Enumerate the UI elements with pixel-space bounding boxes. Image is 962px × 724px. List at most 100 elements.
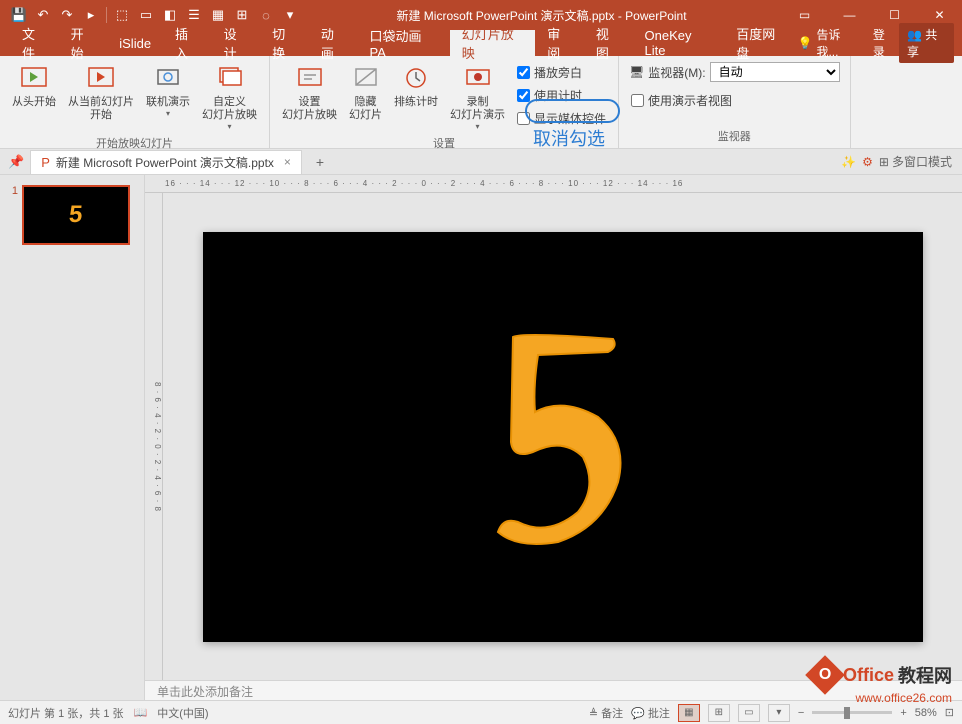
watermark-text-1: Office [843,665,894,686]
zoom-slider[interactable] [812,711,892,714]
clock-icon [400,62,432,94]
group-start-slideshow: 从头开始 从当前幻灯片 开始 联机演示 ▾ 自定义 幻灯片放映 ▾ 开始放映幻灯… [0,56,270,148]
custom-icon [214,62,246,94]
zoom-level[interactable]: 58% [915,707,937,719]
watermark-icon: O [805,655,845,695]
qat-icon-1[interactable]: ⬚ [111,4,133,26]
canvas-area: 16 · · · 14 · · · 12 · · · 10 · · · 8 · … [145,175,962,700]
qat-dropdown-icon[interactable]: ▾ [279,4,301,26]
document-tab-name: 新建 Microsoft PowerPoint 演示文稿.pptx [56,154,274,171]
wand-icon[interactable]: ✨ [841,155,856,169]
annotation-circle [525,99,620,123]
start-slideshow-icon[interactable]: ▸ [80,4,102,26]
spellcheck-icon[interactable]: 📖 [134,706,148,719]
group-monitors: 🖥 监视器(M): 自动 使用演示者视图 监视器 [619,56,851,148]
tab-home[interactable]: 开始 [59,30,108,56]
undo-icon[interactable]: ↶ [32,4,54,26]
watermark-text-2: 教程网 [898,662,952,688]
add-tab-button[interactable]: + [308,154,332,170]
setup-icon [294,62,326,94]
online-icon [152,62,184,94]
lightbulb-icon: 💡 [798,36,813,50]
redo-icon[interactable]: ↷ [56,4,78,26]
tab-onekey[interactable]: OneKey Lite [633,30,725,56]
tab-baidu[interactable]: 百度网盘 [724,30,797,56]
slide-counter[interactable]: 幻灯片 第 1 张，共 1 张 [8,705,124,721]
custom-slideshow-button[interactable]: 自定义 幻灯片放映 ▾ [198,60,261,133]
group-label-monitors: 监视器 [627,126,842,146]
tab-transitions[interactable]: 切换 [260,30,309,56]
annotation-text: 取消勾选 [533,125,605,151]
language-indicator[interactable]: 中文(中国) [157,705,208,721]
tab-design[interactable]: 设计 [212,30,261,56]
monitor-icon: 🖥 [629,65,644,79]
play-current-icon [85,62,117,94]
pin-icon[interactable]: 📌 [8,154,24,170]
zoom-out-button[interactable]: − [798,707,804,719]
setup-slideshow-button[interactable]: 设置 幻灯片放映 [278,60,341,124]
notes-button[interactable]: ≜ 备注 [589,705,623,721]
play-icon [18,62,50,94]
tab-review[interactable]: 审阅 [535,30,584,56]
tab-islide[interactable]: iSlide [107,30,163,56]
record-icon [462,62,494,94]
ribbon-tabs: 文件 开始 iSlide 插入 设计 切换 动画 口袋动画 PA 幻灯片放映 审… [0,30,962,56]
slide[interactable] [203,232,923,642]
qat-icon-5[interactable]: ▦ [207,4,229,26]
tab-slideshow[interactable]: 幻灯片放映 [450,30,536,56]
tab-insert[interactable]: 插入 [163,30,212,56]
powerpoint-icon: P [41,155,50,170]
watermark-url: www.office26.com [856,691,953,705]
dropdown-icon: ▾ [475,122,479,131]
main-area: 1 5 16 · · · 14 · · · 12 · · · 10 · · · … [0,175,962,700]
vertical-ruler: 8 · 6 · 4 · 2 · 0 · 2 · 4 · 6 · 8 [145,193,163,680]
login-link[interactable]: 登录 [873,26,895,60]
rehearse-button[interactable]: 排练计时 [390,60,442,111]
save-icon[interactable]: 💾 [8,4,30,26]
tab-view[interactable]: 视图 [584,30,633,56]
share-icon: 👥 [907,28,922,42]
tab-animations[interactable]: 动画 [309,30,358,56]
dropdown-icon: ▾ [166,109,170,118]
dropdown-icon: ▾ [227,122,231,131]
horizontal-ruler: 16 · · · 14 · · · 12 · · · 10 · · · 8 · … [145,175,962,193]
record-button[interactable]: 录制 幻灯片演示 ▾ [446,60,509,133]
play-narrations-checkbox[interactable]: 播放旁白 [513,62,610,83]
presenter-check[interactable] [631,94,644,107]
close-tab-icon[interactable]: × [284,155,291,169]
qat-icon-3[interactable]: ◧ [159,4,181,26]
zoom-in-button[interactable]: + [900,707,906,719]
document-tab[interactable]: P 新建 Microsoft PowerPoint 演示文稿.pptx × [30,150,302,174]
qat-icon-2[interactable]: ▭ [135,4,157,26]
window-icon: ⊞ [879,155,889,169]
tell-me[interactable]: 告诉我... [816,26,858,60]
tab-pocket[interactable]: 口袋动画 PA [358,30,450,56]
presenter-view-checkbox[interactable]: 使用演示者视图 [627,90,736,111]
qat-icon-4[interactable]: ☰ [183,4,205,26]
share-button[interactable]: 👥 共享 [899,23,954,63]
tab-file[interactable]: 文件 [10,30,59,56]
status-bar: 幻灯片 第 1 张，共 1 张 📖 中文(中国) ≜ 备注 💬 批注 ▦ ⊞ ▭… [0,700,962,724]
monitor-selector: 🖥 监视器(M): 自动 [627,60,842,84]
from-beginning-button[interactable]: 从头开始 [8,60,60,111]
ribbon: 从头开始 从当前幻灯片 开始 联机演示 ▾ 自定义 幻灯片放映 ▾ 开始放映幻灯… [0,56,962,149]
thumbnail-number: 1 [6,185,18,245]
timings-check[interactable] [517,89,530,102]
qat-icon-7[interactable]: ◌ [255,4,277,26]
quick-access-toolbar: 💾 ↶ ↷ ▸ ⬚ ▭ ◧ ☰ ▦ ⊞ ◌ ▾ [0,4,301,26]
hide-slide-button[interactable]: 隐藏 幻灯片 [345,60,386,124]
narrations-check[interactable] [517,66,530,79]
fit-window-button[interactable]: ⊡ [945,706,954,719]
thumbnail-panel: 1 5 [0,175,145,700]
slide-container[interactable] [163,193,962,680]
thumbnail-preview[interactable]: 5 [22,185,130,245]
thumbnail-item[interactable]: 1 5 [6,185,138,245]
from-current-button[interactable]: 从当前幻灯片 开始 [64,60,138,124]
multiwindow-button[interactable]: ⊞ 多窗口模式 [879,153,952,170]
comments-button[interactable]: 💬 批注 [631,705,670,721]
slide-content-number [463,297,663,577]
qat-icon-6[interactable]: ⊞ [231,4,253,26]
monitor-dropdown[interactable]: 自动 [710,62,840,82]
gear-icon[interactable]: ⚙ [862,155,873,169]
present-online-button[interactable]: 联机演示 ▾ [142,60,194,120]
